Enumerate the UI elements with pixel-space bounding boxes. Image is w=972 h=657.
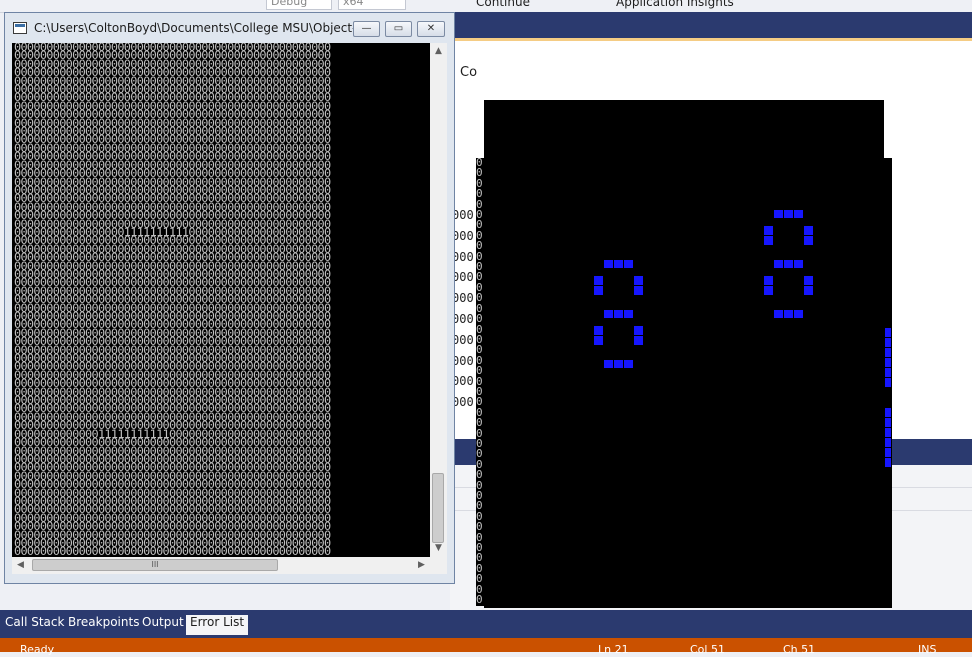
score-left-segment-c (634, 326, 643, 346)
scroll-left-icon[interactable]: ◀ (12, 557, 29, 574)
status-char: Ch 51 (783, 643, 816, 656)
console-output: 0000000000000000000000000000000000000000… (12, 43, 430, 557)
console-window[interactable]: C:\Users\ColtonBoyd\Documents\College MS… (4, 12, 455, 584)
game-window[interactable] (484, 100, 884, 608)
tool-tabs: Call Stack Breakpoints Output Error List (0, 610, 972, 638)
score-left-segment-b (634, 276, 643, 296)
scroll-right-icon[interactable]: ▶ (413, 557, 430, 574)
console-app-icon (13, 22, 27, 34)
status-column: Col 51 (690, 643, 725, 656)
score-right-segment-a (774, 210, 804, 218)
tab-output[interactable]: Output (138, 615, 188, 635)
scroll-down-icon[interactable]: ▼ (430, 540, 447, 557)
horizontal-scroll-thumb[interactable]: III (32, 559, 278, 571)
status-ready: Ready (20, 643, 55, 656)
score-right-segment-f (764, 226, 773, 246)
scroll-up-icon[interactable]: ▲ (430, 43, 447, 60)
horizontal-scrollbar[interactable]: ◀ III ▶ (12, 557, 430, 574)
console-title: C:\Users\ColtonBoyd\Documents\College MS… (34, 21, 368, 35)
score-right-segment-g (774, 260, 804, 268)
tab-breakpoints[interactable]: Breakpoints (64, 615, 143, 635)
game-window-edge (884, 158, 892, 608)
vertical-scrollbar[interactable]: ▲ ▼ (430, 43, 447, 557)
score-right-segment-d (774, 310, 804, 318)
editor-tab-bar (450, 12, 972, 38)
score-right-segment-e (764, 276, 773, 296)
console-title-bar[interactable]: C:\Users\ColtonBoyd\Documents\College MS… (5, 13, 454, 43)
tab-error-list[interactable]: Error List (186, 615, 249, 635)
close-button[interactable]: ✕ (417, 21, 445, 37)
score-left-segment-g (604, 310, 634, 318)
platform-dropdown[interactable]: x64 (338, 0, 406, 10)
minimize-button[interactable]: — (353, 21, 380, 37)
right-paddle-fragment (885, 408, 891, 468)
score-right-segment-b (804, 226, 813, 246)
status-line: Ln 21 (598, 643, 629, 656)
status-bar: Ready Ln 21 Col 51 Ch 51 INS (0, 638, 972, 656)
solution-config-dropdown[interactable]: Debug (266, 0, 332, 10)
console-grid-text: 0000000000000000000000000000000000000000… (14, 43, 331, 557)
score-right-segment-c (804, 276, 813, 296)
restore-button[interactable]: ▭ (385, 21, 412, 37)
right-paddle-fragment (885, 328, 891, 388)
score-left-segment-d (604, 360, 634, 368)
score-left-segment-a (604, 260, 634, 268)
application-insights-button[interactable]: Application Insights (616, 0, 734, 9)
tab-call-stack[interactable]: Call Stack (1, 615, 68, 635)
continue-button[interactable]: Continue (476, 0, 530, 9)
resize-grip-icon[interactable] (430, 557, 447, 574)
status-insert-mode: INS (918, 643, 937, 656)
vertical-scroll-thumb[interactable] (432, 473, 444, 543)
score-left-segment-e (594, 326, 603, 346)
score-left-segment-f (594, 276, 603, 296)
editor-code-fragment: Co (460, 65, 478, 80)
